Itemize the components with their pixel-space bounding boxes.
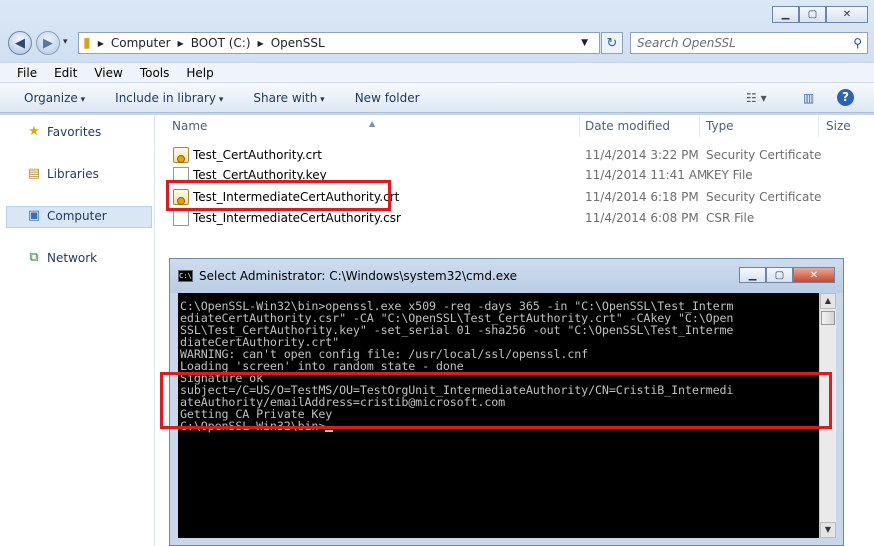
file-name[interactable]: Test_IntermediateCertAuthority.csr — [193, 211, 401, 225]
file-type: CSR File — [706, 211, 755, 225]
breadcrumb-separator-icon: ▶ — [97, 38, 104, 48]
file-name[interactable]: Test_CertAuthority.crt — [193, 148, 322, 162]
nav-network[interactable]: ⧉ Network — [26, 250, 98, 266]
breadcrumb-separator-icon: ▶ — [177, 38, 184, 48]
star-icon: ★ — [28, 124, 40, 139]
recent-pages-chevron-icon[interactable]: ▾ — [63, 37, 68, 47]
column-date-modified[interactable]: Date modified — [585, 119, 670, 133]
column-type[interactable]: Type — [706, 119, 734, 133]
column-divider[interactable] — [699, 115, 700, 137]
command-bar: Organize Include in library Share with N… — [0, 83, 874, 113]
highlight-box-console — [160, 372, 832, 429]
nav-favorites-label: Favorites — [47, 125, 102, 139]
menu-view[interactable]: View — [94, 66, 122, 80]
forward-arrow-icon[interactable]: ▶ — [36, 31, 60, 55]
library-icon: ▤ — [27, 166, 41, 181]
share-with-button[interactable]: Share with — [253, 91, 324, 105]
navigation-row: ◀ ▶ ▾ ▮ ▶ Computer ▶ BOOT (C:) ▶ OpenSSL… — [6, 30, 868, 56]
file-row[interactable]: Test_CertAuthority.crt 11/4/2014 3:22 PM… — [156, 145, 874, 165]
scroll-thumb[interactable] — [821, 311, 835, 325]
scroll-down-icon[interactable]: ▼ — [820, 522, 836, 538]
file-date: 11/4/2014 11:41 AM — [585, 168, 708, 182]
maximize-icon[interactable]: ▢ — [766, 267, 793, 283]
document-icon — [173, 210, 189, 226]
file-type: KEY File — [706, 168, 753, 182]
nav-computer[interactable]: ▣ Computer — [26, 208, 107, 224]
column-divider[interactable] — [818, 115, 819, 137]
maximize-icon[interactable]: ▢ — [799, 6, 826, 23]
certificate-icon — [173, 147, 189, 163]
minimize-icon[interactable]: ▁ — [772, 6, 799, 23]
back-arrow-icon[interactable]: ◀ — [8, 31, 32, 55]
file-row[interactable]: Test_IntermediateCertAuthority.csr 11/4/… — [156, 208, 874, 228]
cmd-title-bar[interactable]: C:\ Select Administrator: C:\Windows\sys… — [170, 259, 843, 293]
cmd-caption-buttons: ▁ ▢ ✕ — [739, 267, 835, 283]
nav-computer-label: Computer — [47, 209, 107, 223]
scroll-up-icon[interactable]: ▲ — [820, 293, 836, 309]
network-icon: ⧉ — [29, 250, 39, 265]
caption-buttons: ▁ ▢ ✕ — [772, 6, 868, 23]
preview-pane-icon[interactable]: ▥ — [803, 91, 814, 105]
menu-help[interactable]: Help — [186, 66, 213, 80]
include-in-library-button[interactable]: Include in library — [115, 91, 223, 105]
minimize-icon[interactable]: ▁ — [739, 267, 766, 283]
breadcrumb-folder[interactable]: OpenSSL — [271, 36, 325, 50]
menu-bar: File Edit View Tools Help — [0, 62, 874, 82]
nav-libraries[interactable]: ▤ Libraries — [26, 166, 99, 182]
close-icon[interactable]: ✕ — [826, 6, 868, 23]
file-date: 11/4/2014 6:18 PM — [585, 190, 699, 204]
computer-icon: ▣ — [27, 208, 41, 223]
close-icon[interactable]: ✕ — [793, 267, 835, 283]
sort-arrow-icon: ▲ — [369, 119, 376, 128]
column-name[interactable]: Name — [172, 119, 207, 133]
file-type: Security Certificate — [706, 148, 822, 162]
column-headers: ▲ Name Date modified Type Size — [156, 115, 874, 137]
console-icon: C:\ — [178, 270, 193, 282]
console-line: Loading 'screen' into random state - don… — [180, 359, 464, 373]
file-date: 11/4/2014 6:08 PM — [585, 211, 699, 225]
search-placeholder: Search OpenSSL — [637, 36, 736, 50]
navigation-pane: ★ Favorites ▤ Libraries ▣ Computer ⧉ Net… — [0, 115, 155, 546]
highlight-box-file — [166, 180, 391, 211]
breadcrumb-computer[interactable]: Computer — [111, 36, 171, 50]
breadcrumb-drive[interactable]: BOOT (C:) — [191, 36, 251, 50]
address-bar[interactable]: ▮ ▶ Computer ▶ BOOT (C:) ▶ OpenSSL ▼ — [78, 32, 600, 54]
nav-network-label: Network — [47, 251, 98, 265]
explorer-window-chrome: ▁ ▢ ✕ ◀ ▶ ▾ ▮ ▶ Computer ▶ BOOT (C:) ▶ O… — [0, 0, 874, 115]
menu-edit[interactable]: Edit — [54, 66, 77, 80]
folder-icon: ▮ — [83, 35, 91, 51]
help-icon[interactable]: ? — [837, 89, 854, 106]
nav-favorites[interactable]: ★ Favorites — [26, 124, 102, 140]
new-folder-button[interactable]: New folder — [355, 91, 420, 105]
menu-file[interactable]: File — [17, 66, 37, 80]
menu-tools[interactable]: Tools — [140, 66, 170, 80]
file-date: 11/4/2014 3:22 PM — [585, 148, 699, 162]
organize-button[interactable]: Organize — [24, 91, 85, 105]
breadcrumb-separator-icon: ▶ — [257, 38, 264, 48]
cmd-title: Select Administrator: C:\Windows\system3… — [199, 269, 518, 283]
column-divider[interactable] — [579, 115, 580, 137]
nav-libraries-label: Libraries — [47, 167, 99, 181]
search-icon[interactable]: ⚲ — [853, 33, 862, 53]
view-options-icon[interactable]: ☷ ▾ — [746, 91, 767, 105]
file-type: Security Certificate — [706, 190, 822, 204]
column-size[interactable]: Size — [826, 119, 851, 133]
search-input[interactable]: Search OpenSSL ⚲ — [630, 32, 868, 54]
refresh-icon[interactable]: ↻ — [601, 32, 623, 54]
address-dropdown-icon[interactable]: ▼ — [581, 38, 588, 48]
